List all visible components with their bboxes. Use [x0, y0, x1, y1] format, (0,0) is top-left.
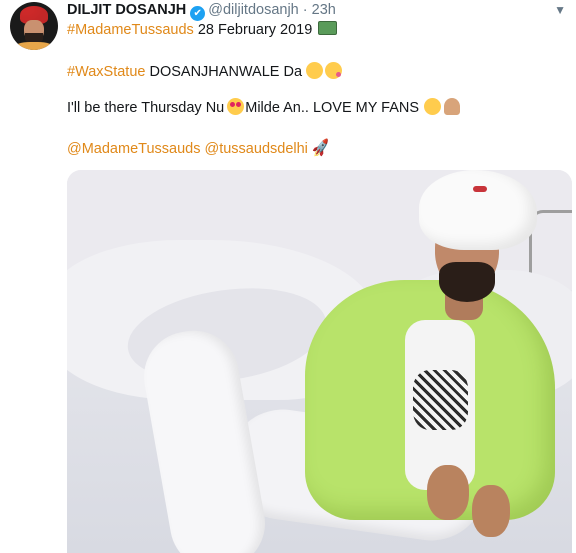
tweet: DILJIT DOSANJH ✔ @diljitdosanjh · 23h ▼ #M… — [0, 0, 576, 553]
avatar[interactable] — [10, 2, 58, 50]
kissing-face-icon — [325, 62, 343, 79]
photo-tshirt-print — [413, 370, 468, 430]
tweet-line-3: I'll be there Thursday Nu Milde An.. LOVE… — [67, 98, 461, 118]
rocket-icon: 🚀 — [310, 138, 332, 159]
tweet-line-1: #MadameTussauds 28 February 2019 — [67, 20, 338, 40]
tweet-text-dosanjhanwale: DOSANJHANWALE Da — [149, 64, 303, 80]
tweet-line-2: #WaxStatue DOSANJHANWALE Da — [67, 62, 343, 82]
user-handle[interactable]: @diljitdosanjh — [208, 2, 299, 18]
tweet-date-text: 28 February 2019 — [197, 22, 313, 38]
photo-turban-accent — [473, 186, 487, 192]
photo-beard — [439, 262, 495, 302]
praying-hands-icon — [444, 98, 461, 115]
smiling-face-icon — [424, 98, 442, 115]
tweet-header: DILJIT DOSANJH ✔ @diljitdosanjh · 23h — [67, 0, 336, 21]
hashtag-waxstatue[interactable]: #WaxStatue — [67, 64, 145, 80]
tweet-line-4: @MadameTussauds @tussaudsdelhi 🚀 — [67, 138, 332, 159]
mention-madametussauds[interactable]: @MadameTussauds — [67, 141, 200, 157]
mention-tussaudsdelhi[interactable]: @tussaudsdelhi — [205, 141, 308, 157]
tweet-timestamp[interactable]: 23h — [312, 2, 336, 18]
more-options-chevron-icon[interactable]: ▼ — [554, 3, 566, 17]
verified-badge-icon: ✔ — [190, 6, 206, 21]
avatar-shirt — [14, 42, 54, 50]
hugging-face-icon — [306, 62, 324, 79]
tweet-text-love-fans: Milde An.. LOVE MY FANS — [245, 100, 420, 116]
photo-white-turban — [419, 170, 537, 250]
heart-eyes-icon — [227, 98, 245, 115]
photo-hand-left — [427, 465, 469, 520]
tweet-text-thursday: I'll be there Thursday Nu — [67, 100, 225, 116]
hashtag-madametussauds[interactable]: #MadameTussauds — [67, 22, 194, 38]
computer-icon — [318, 21, 338, 35]
separator-dot: · — [302, 2, 308, 18]
tweet-photo[interactable] — [67, 170, 572, 553]
photo-hand-right — [472, 485, 510, 537]
display-name[interactable]: DILJIT DOSANJH — [67, 2, 186, 18]
